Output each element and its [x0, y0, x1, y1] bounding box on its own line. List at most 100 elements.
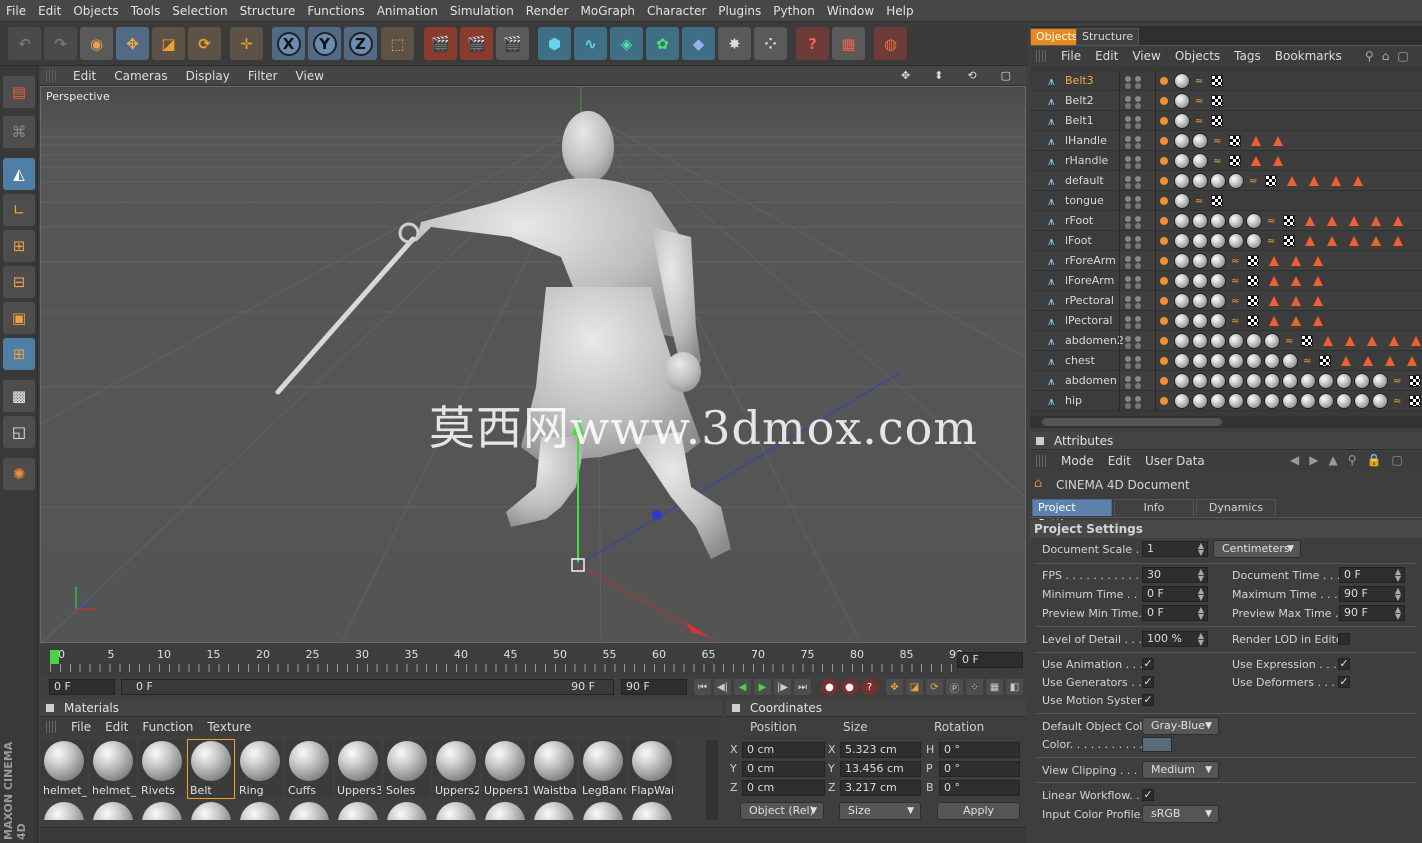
menu-animation[interactable]: Animation — [371, 4, 444, 18]
selection-tag-icon[interactable] — [1341, 356, 1352, 366]
texture-tag-icon[interactable] — [1229, 135, 1242, 147]
layout-icon[interactable]: ▤ — [3, 76, 35, 108]
expression-tag-icon[interactable]: ≈ — [1231, 296, 1239, 307]
current-frame-field[interactable]: 0 F — [957, 652, 1023, 668]
material-swatch-row2[interactable] — [188, 802, 234, 820]
spin-arrows-icon[interactable]: ▲ ▼ — [1198, 587, 1204, 602]
selection-tag-icon[interactable] — [1411, 336, 1422, 346]
bone-tag-icon[interactable] — [1264, 333, 1280, 349]
bone-tag-icon[interactable] — [1228, 213, 1244, 229]
weight-tag-icon[interactable] — [1160, 217, 1168, 225]
scroll-thumb[interactable] — [1042, 418, 1222, 426]
bone-tag-icon[interactable] — [1174, 293, 1190, 309]
viewport-menu-edit[interactable]: Edit — [64, 69, 105, 83]
objects-menu-file[interactable]: File — [1054, 49, 1088, 63]
forward-arrow-icon[interactable]: ▶ — [1309, 453, 1318, 467]
selection-tag-icon[interactable] — [1345, 336, 1356, 346]
bone-tag-icon[interactable] — [1246, 213, 1262, 229]
bone-tag-icon[interactable] — [1300, 393, 1316, 409]
rotation-field[interactable]: 0 ° — [939, 780, 1020, 796]
bone-tag-icon[interactable] — [1174, 113, 1190, 129]
bone-tag-icon[interactable] — [1192, 333, 1208, 349]
object-row[interactable]: ⩚ rPectoral ≈ — [1030, 291, 1422, 311]
size-field[interactable]: 3.217 cm — [840, 780, 921, 796]
expression-tag-icon[interactable]: ≈ — [1213, 156, 1221, 167]
visibility-dots-icon[interactable] — [1125, 216, 1131, 222]
snap-icon[interactable]: ✺ — [3, 458, 35, 490]
selection-tag-icon[interactable] — [1323, 336, 1334, 346]
visibility-dots-icon[interactable] — [1125, 136, 1131, 142]
key-position-icon[interactable]: ✥ — [886, 679, 903, 695]
selection-tag-icon[interactable] — [1273, 136, 1284, 146]
material-swatch[interactable]: Uppers3 — [335, 740, 381, 798]
material-swatch[interactable]: Soles — [384, 740, 430, 798]
visibility-dots-icon[interactable] — [1125, 276, 1131, 282]
use-expression-checkbox[interactable]: ✓ — [1338, 658, 1350, 670]
tab-project-settings[interactable]: Project Settings — [1032, 499, 1112, 530]
bone-tag-icon[interactable] — [1192, 293, 1208, 309]
key-parameter-icon[interactable]: Ⓟ — [946, 679, 963, 695]
texture-tag-icon[interactable] — [1283, 215, 1296, 227]
spline-icon[interactable]: ∿ — [574, 27, 607, 60]
array-icon[interactable]: ✿ — [646, 27, 679, 60]
z-axis-handle[interactable] — [652, 510, 662, 520]
start-frame-field[interactable]: 0 F — [49, 679, 115, 695]
spin-arrows-icon[interactable]: ▲ ▼ — [1198, 606, 1204, 621]
selection-tag-icon[interactable] — [1363, 356, 1374, 366]
selection-tag-icon[interactable] — [1367, 336, 1378, 346]
web-icon[interactable]: ◍ — [874, 27, 907, 60]
expression-tag-icon[interactable]: ≈ — [1267, 216, 1275, 227]
bone-tag-icon[interactable] — [1192, 373, 1208, 389]
selection-tag-icon[interactable] — [1251, 136, 1262, 146]
expression-tag-icon[interactable]: ≈ — [1195, 76, 1203, 87]
material-swatch[interactable]: Ring — [237, 740, 283, 798]
menu-structure[interactable]: Structure — [234, 4, 302, 18]
expression-tag-icon[interactable]: ≈ — [1231, 276, 1239, 287]
redo-icon[interactable]: ↷ — [44, 27, 77, 60]
bone-tag-icon[interactable] — [1210, 393, 1226, 409]
bone-tag-icon[interactable] — [1210, 253, 1226, 269]
polygons-mode-icon[interactable]: ▣ — [3, 302, 35, 334]
selection-tag-icon[interactable] — [1371, 236, 1382, 246]
selection-tag-icon[interactable] — [1305, 236, 1316, 246]
menu-plugins[interactable]: Plugins — [712, 4, 767, 18]
bone-tag-icon[interactable] — [1192, 353, 1208, 369]
bone-tag-icon[interactable] — [1210, 293, 1226, 309]
bone-tag-icon[interactable] — [1300, 373, 1316, 389]
bone-tag-icon[interactable] — [1192, 273, 1208, 289]
particles-icon[interactable]: ⁘ — [754, 27, 787, 60]
bone-tag-icon[interactable] — [1228, 333, 1244, 349]
bone-tag-icon[interactable] — [1264, 353, 1280, 369]
panel-close-icon[interactable] — [46, 703, 54, 712]
bone-tag-icon[interactable] — [1354, 373, 1370, 389]
menu-selection[interactable]: Selection — [166, 4, 233, 18]
min-time-field[interactable]: 0 F ▲ ▼ — [1142, 586, 1208, 602]
bone-tag-icon[interactable] — [1192, 313, 1208, 329]
material-swatch-row2[interactable] — [90, 802, 136, 820]
units-dropdown[interactable]: Centimeters ▼ — [1213, 540, 1301, 558]
linear-workflow-checkbox[interactable]: ✓ — [1142, 789, 1154, 801]
x-axis-lock-icon[interactable]: X — [272, 27, 305, 60]
bone-tag-icon[interactable] — [1210, 213, 1226, 229]
material-swatch[interactable]: Cuffs — [286, 740, 332, 798]
cube-icon[interactable]: ⬢ — [538, 27, 571, 60]
weight-tag-icon[interactable] — [1160, 317, 1168, 325]
color-swatch[interactable] — [1142, 737, 1172, 752]
texture-tag-icon[interactable] — [1211, 195, 1224, 207]
material-swatch-row2[interactable] — [482, 802, 528, 820]
record-icon[interactable]: ● — [821, 679, 838, 695]
viewport-menu-cameras[interactable]: Cameras — [105, 69, 176, 83]
material-swatch-row2[interactable] — [531, 802, 577, 820]
bone-tag-icon[interactable] — [1246, 393, 1262, 409]
selection-tag-icon[interactable] — [1313, 316, 1324, 326]
search-icon[interactable]: ⚲ — [1365, 49, 1374, 63]
menu-window[interactable]: Window — [821, 4, 880, 18]
object-row[interactable]: ⩚ lPectoral ≈ — [1030, 311, 1422, 331]
weight-tag-icon[interactable] — [1160, 337, 1168, 345]
selection-tag-icon[interactable] — [1269, 296, 1280, 306]
selection-tag-icon[interactable] — [1327, 216, 1338, 226]
texture-mode-icon[interactable]: ⊞ — [3, 338, 35, 370]
fps-field[interactable]: 30 ▲ ▼ — [1142, 567, 1208, 583]
object-row[interactable]: ⩚ abdomen2 ≈ — [1030, 331, 1422, 351]
visibility-dots-icon[interactable] — [1125, 316, 1131, 322]
